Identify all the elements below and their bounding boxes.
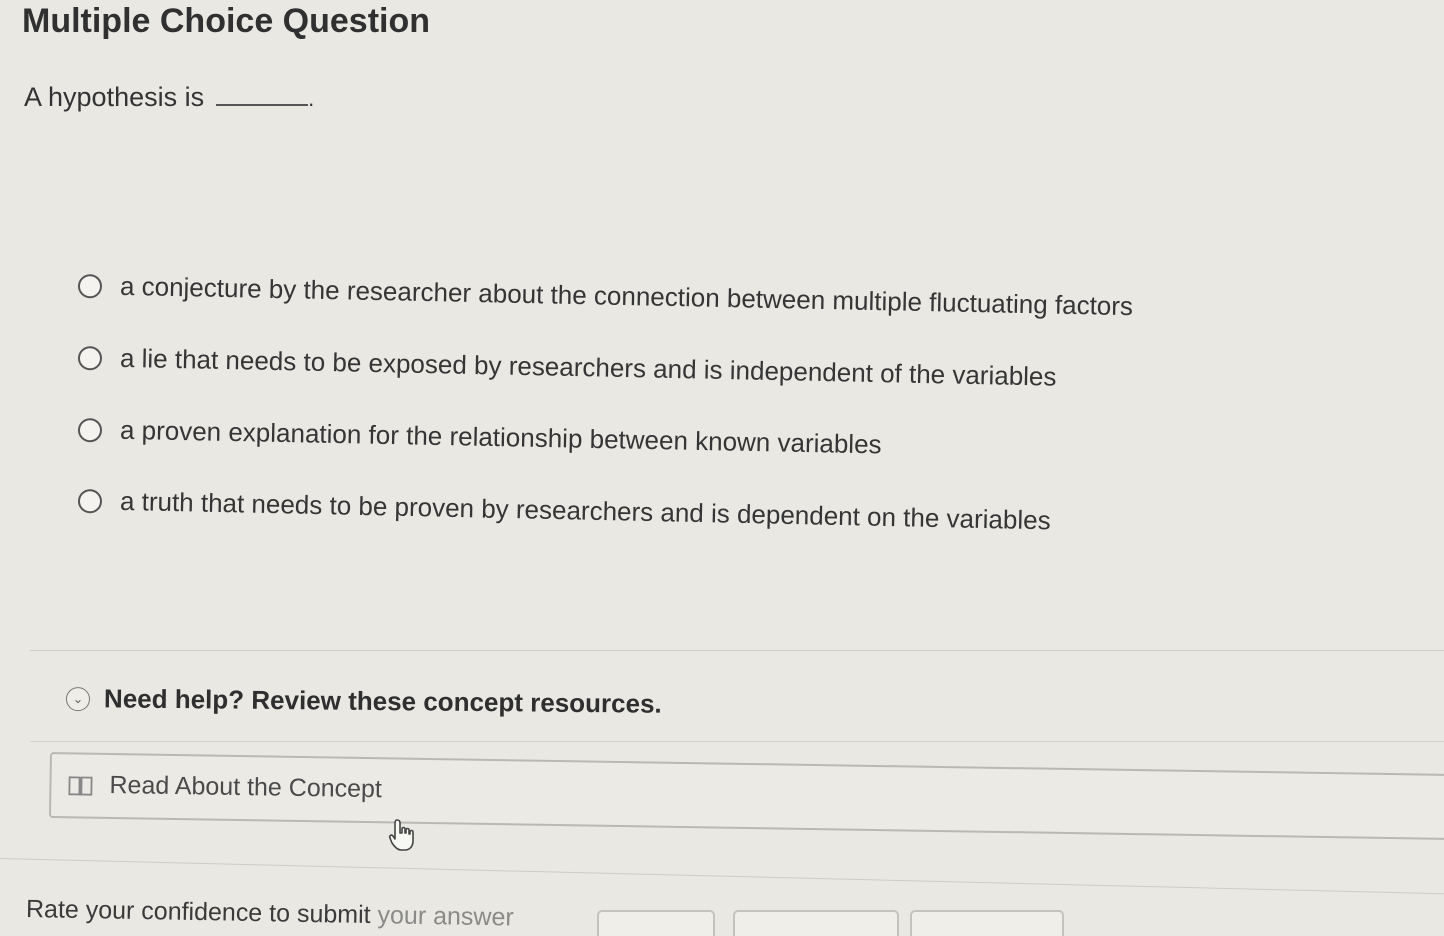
answer-option-label: a truth that needs to be proven by resea… [119,485,1051,536]
divider [30,741,1444,742]
answer-option-4[interactable]: a truth that needs to be proven by resea… [77,485,1051,536]
help-toggle[interactable]: ⌄ Need help? Review these concept resour… [65,683,662,720]
confidence-prompt: Rate your confidence to submit your answ… [26,895,514,933]
answer-option-2[interactable]: a lie that needs to be exposed by resear… [77,342,1057,393]
confidence-button-low[interactable] [597,910,715,936]
radio-empty-icon[interactable] [77,273,103,298]
question-page: Multiple Choice Question A hypothesis is… [0,0,1444,936]
question-end: . [308,86,315,111]
answer-option-3[interactable]: a proven explanation for the relationshi… [77,414,882,460]
radio-empty-icon[interactable] [77,417,103,442]
book-icon [68,775,93,796]
answer-option-1[interactable]: a conjecture by the researcher about the… [77,270,1134,322]
question-prompt: A hypothesis is. [24,82,314,113]
resource-label: Read About the Concept [109,770,383,804]
answer-blank [216,82,309,106]
confidence-button-high[interactable] [910,910,1064,936]
confidence-text: Rate your confidence to submit [25,895,378,930]
radio-empty-icon[interactable] [77,488,103,513]
hand-pointer-icon [388,819,414,851]
answer-option-label: a lie that needs to be exposed by resear… [119,342,1057,392]
answer-option-label: a proven explanation for the relationshi… [119,414,882,460]
question-text: A hypothesis is [24,82,205,112]
chevron-down-circle-icon[interactable]: ⌄ [65,686,91,711]
page-title: Multiple Choice Question [22,2,431,40]
radio-empty-icon[interactable] [77,345,103,370]
answer-option-label: a conjecture by the researcher about the… [119,270,1134,322]
read-concept-link[interactable]: Read About the Concept [67,770,382,804]
confidence-button-medium[interactable] [733,910,899,936]
confidence-text-faded: your answer [377,901,514,932]
help-heading: Need help? Review these concept resource… [103,683,662,719]
